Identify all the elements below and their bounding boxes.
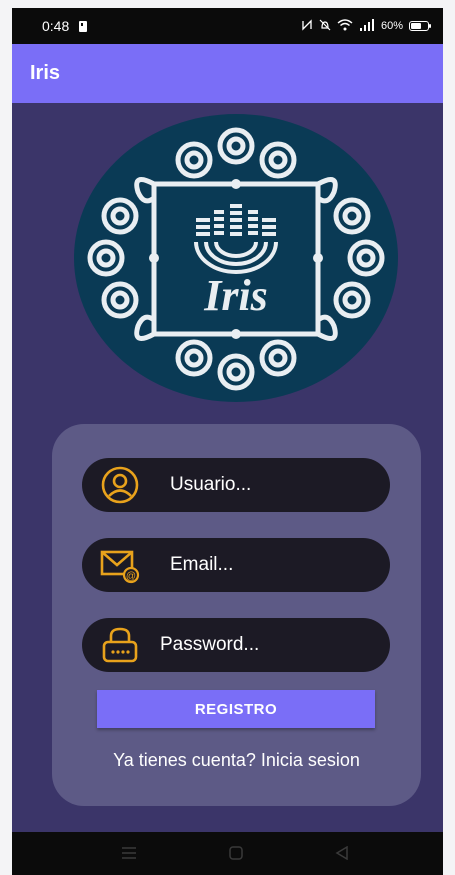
menu-icon[interactable] bbox=[122, 846, 136, 860]
system-nav-bar bbox=[12, 832, 443, 875]
lock-icon bbox=[102, 627, 138, 663]
battery-icon bbox=[409, 21, 431, 31]
username-input[interactable] bbox=[170, 458, 370, 512]
login-link[interactable]: Ya tienes cuenta? Inicia sesion bbox=[52, 750, 421, 771]
home-icon[interactable] bbox=[229, 846, 243, 860]
back-icon[interactable] bbox=[335, 846, 349, 860]
logo-text: Iris bbox=[203, 271, 268, 320]
status-time: 0:48 bbox=[42, 18, 70, 34]
user-icon bbox=[101, 466, 139, 504]
app-bar: Iris bbox=[12, 44, 443, 103]
password-field[interactable] bbox=[82, 618, 390, 672]
signal-icon bbox=[359, 18, 375, 34]
app-title: Iris bbox=[30, 62, 61, 84]
register-card: @ REGISTRO Ya tienes cuenta? Inicia sesi… bbox=[52, 424, 421, 806]
email-input[interactable] bbox=[170, 538, 370, 592]
email-icon: @ bbox=[100, 550, 140, 584]
svg-text:@: @ bbox=[126, 571, 136, 582]
status-bar: 0:48 60% bbox=[12, 8, 443, 44]
wifi-icon bbox=[337, 18, 353, 34]
email-field[interactable]: @ bbox=[82, 538, 390, 592]
iris-logo: Iris bbox=[74, 114, 398, 402]
register-button[interactable]: REGISTRO bbox=[97, 690, 375, 728]
password-input[interactable] bbox=[160, 618, 370, 672]
phone-screen: 0:48 60% Iris Iris Usuario... @ Email...… bbox=[12, 8, 443, 875]
battery-percent: 60% bbox=[380, 20, 403, 32]
mute-icon bbox=[319, 19, 331, 34]
sim-icon bbox=[79, 20, 88, 32]
nfc-icon bbox=[301, 18, 313, 34]
username-field[interactable] bbox=[82, 458, 390, 512]
